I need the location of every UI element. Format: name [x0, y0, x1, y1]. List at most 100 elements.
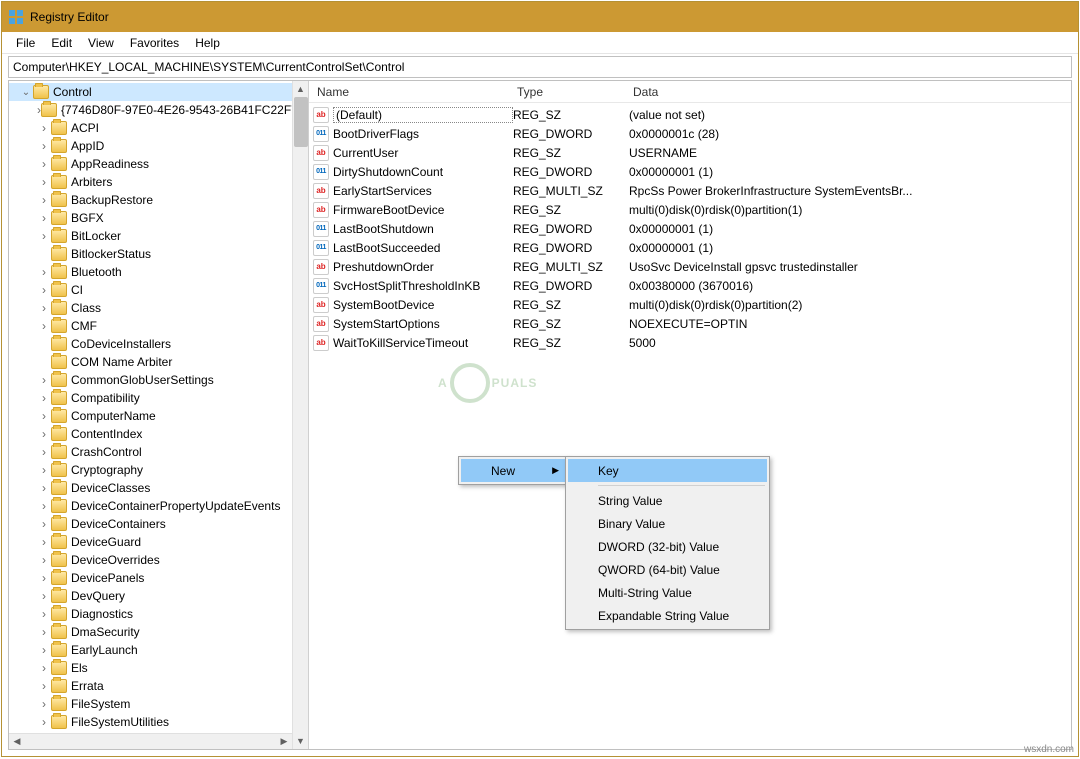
expand-icon[interactable] [37, 139, 51, 153]
menu-edit[interactable]: Edit [43, 34, 80, 52]
tree-item[interactable]: {7746D80F-97E0-4E26-9543-26B41FC22F79} [9, 101, 308, 119]
tree-root[interactable]: Control [9, 83, 308, 101]
tree-item[interactable]: BitLocker [9, 227, 308, 245]
menu-file[interactable]: File [8, 34, 43, 52]
tree-item[interactable]: DeviceContainerPropertyUpdateEvents [9, 497, 308, 515]
value-row[interactable]: LastBootShutdownREG_DWORD0x00000001 (1) [309, 219, 1071, 238]
expand-icon[interactable] [37, 571, 51, 585]
tree-item[interactable]: CommonGlobUserSettings [9, 371, 308, 389]
expand-icon[interactable] [37, 535, 51, 549]
submenu-key[interactable]: Key [568, 459, 767, 482]
expand-icon[interactable] [37, 427, 51, 441]
context-new[interactable]: New ▶ [461, 459, 565, 482]
col-type[interactable]: Type [513, 85, 629, 99]
expand-icon[interactable] [37, 625, 51, 639]
tree-item[interactable]: Diagnostics [9, 605, 308, 623]
expand-icon[interactable] [37, 175, 51, 189]
tree-item[interactable]: COM Name Arbiter [9, 353, 308, 371]
submenu-string[interactable]: String Value [568, 489, 767, 512]
value-row[interactable]: SystemStartOptionsREG_SZ NOEXECUTE=OPTIN [309, 314, 1071, 333]
scroll-right-icon[interactable]: ▶ [276, 734, 292, 749]
tree-item[interactable]: Cryptography [9, 461, 308, 479]
expand-icon[interactable] [37, 445, 51, 459]
value-row[interactable]: PreshutdownOrderREG_MULTI_SZUsoSvc Devic… [309, 257, 1071, 276]
expand-icon[interactable] [37, 265, 51, 279]
expand-icon[interactable] [37, 121, 51, 135]
expand-icon[interactable] [37, 553, 51, 567]
submenu-multi[interactable]: Multi-String Value [568, 581, 767, 604]
value-row[interactable]: CurrentUserREG_SZUSERNAME [309, 143, 1071, 162]
menu-favorites[interactable]: Favorites [122, 34, 187, 52]
tree-item[interactable]: BGFX [9, 209, 308, 227]
col-name[interactable]: Name [313, 85, 513, 99]
value-row[interactable]: DirtyShutdownCountREG_DWORD0x00000001 (1… [309, 162, 1071, 181]
expand-icon[interactable] [37, 499, 51, 513]
expand-icon[interactable] [37, 463, 51, 477]
tree-item[interactable]: BitlockerStatus [9, 245, 308, 263]
tree-item[interactable]: ComputerName [9, 407, 308, 425]
submenu-dword[interactable]: DWORD (32-bit) Value [568, 535, 767, 558]
tree-item[interactable]: BackupRestore [9, 191, 308, 209]
tree-item[interactable]: Compatibility [9, 389, 308, 407]
expand-icon[interactable] [37, 661, 51, 675]
expand-icon[interactable] [37, 229, 51, 243]
expand-icon[interactable] [37, 157, 51, 171]
tree-item[interactable]: AppReadiness [9, 155, 308, 173]
expand-icon[interactable] [37, 301, 51, 315]
value-row[interactable]: LastBootSucceededREG_DWORD0x00000001 (1) [309, 238, 1071, 257]
scroll-thumb[interactable] [294, 97, 308, 147]
tree-item[interactable]: FileSystem [9, 695, 308, 713]
expand-icon[interactable] [37, 481, 51, 495]
tree-item[interactable]: CoDeviceInstallers [9, 335, 308, 353]
scroll-up-icon[interactable]: ▲ [293, 81, 308, 97]
tree-item[interactable]: Class [9, 299, 308, 317]
tree-item[interactable]: CI [9, 281, 308, 299]
expand-icon[interactable] [37, 319, 51, 333]
value-row[interactable]: WaitToKillServiceTimeoutREG_SZ5000 [309, 333, 1071, 352]
tree-item[interactable]: AppID [9, 137, 308, 155]
expand-icon[interactable] [37, 211, 51, 225]
expand-icon[interactable] [37, 373, 51, 387]
menu-view[interactable]: View [80, 34, 122, 52]
tree-item[interactable]: DeviceOverrides [9, 551, 308, 569]
tree-item[interactable]: ACPI [9, 119, 308, 137]
value-row[interactable]: SystemBootDeviceREG_SZmulti(0)disk(0)rdi… [309, 295, 1071, 314]
tree-item[interactable]: Errata [9, 677, 308, 695]
expand-icon[interactable] [37, 715, 51, 729]
submenu-qword[interactable]: QWORD (64-bit) Value [568, 558, 767, 581]
expand-icon[interactable] [37, 193, 51, 207]
expand-icon[interactable] [37, 643, 51, 657]
expand-icon[interactable] [37, 697, 51, 711]
tree-item[interactable]: EarlyLaunch [9, 641, 308, 659]
menu-help[interactable]: Help [187, 34, 228, 52]
expand-icon[interactable] [37, 409, 51, 423]
tree-item[interactable]: Arbiters [9, 173, 308, 191]
value-row[interactable]: BootDriverFlagsREG_DWORD0x0000001c (28) [309, 124, 1071, 143]
tree-item[interactable]: DeviceGuard [9, 533, 308, 551]
tree-item[interactable]: FileSystemUtilities [9, 713, 308, 731]
tree-item[interactable]: DevQuery [9, 587, 308, 605]
expand-icon[interactable] [37, 391, 51, 405]
tree-item[interactable]: ContentIndex [9, 425, 308, 443]
scroll-down-icon[interactable]: ▼ [293, 733, 308, 749]
tree-vscroll[interactable]: ▲ ▼ [292, 81, 308, 749]
tree-hscroll[interactable]: ◀ ▶ [9, 733, 292, 749]
submenu-expand[interactable]: Expandable String Value [568, 604, 767, 627]
expand-icon[interactable] [37, 679, 51, 693]
value-row[interactable]: (Default)REG_SZ(value not set) [309, 105, 1071, 124]
tree-item[interactable]: Bluetooth [9, 263, 308, 281]
address-bar[interactable]: Computer\HKEY_LOCAL_MACHINE\SYSTEM\Curre… [8, 56, 1072, 78]
value-row[interactable]: SvcHostSplitThresholdInKBREG_DWORD0x0038… [309, 276, 1071, 295]
tree-item[interactable]: DeviceClasses [9, 479, 308, 497]
submenu-binary[interactable]: Binary Value [568, 512, 767, 535]
expand-icon[interactable] [19, 87, 33, 98]
col-data[interactable]: Data [629, 85, 1071, 99]
value-row[interactable]: EarlyStartServicesREG_MULTI_SZRpcSs Powe… [309, 181, 1071, 200]
expand-icon[interactable] [37, 589, 51, 603]
tree-item[interactable]: DeviceContainers [9, 515, 308, 533]
tree-item[interactable]: Els [9, 659, 308, 677]
tree-item[interactable]: DmaSecurity [9, 623, 308, 641]
value-row[interactable]: FirmwareBootDeviceREG_SZmulti(0)disk(0)r… [309, 200, 1071, 219]
tree-item[interactable]: CMF [9, 317, 308, 335]
expand-icon[interactable] [37, 517, 51, 531]
